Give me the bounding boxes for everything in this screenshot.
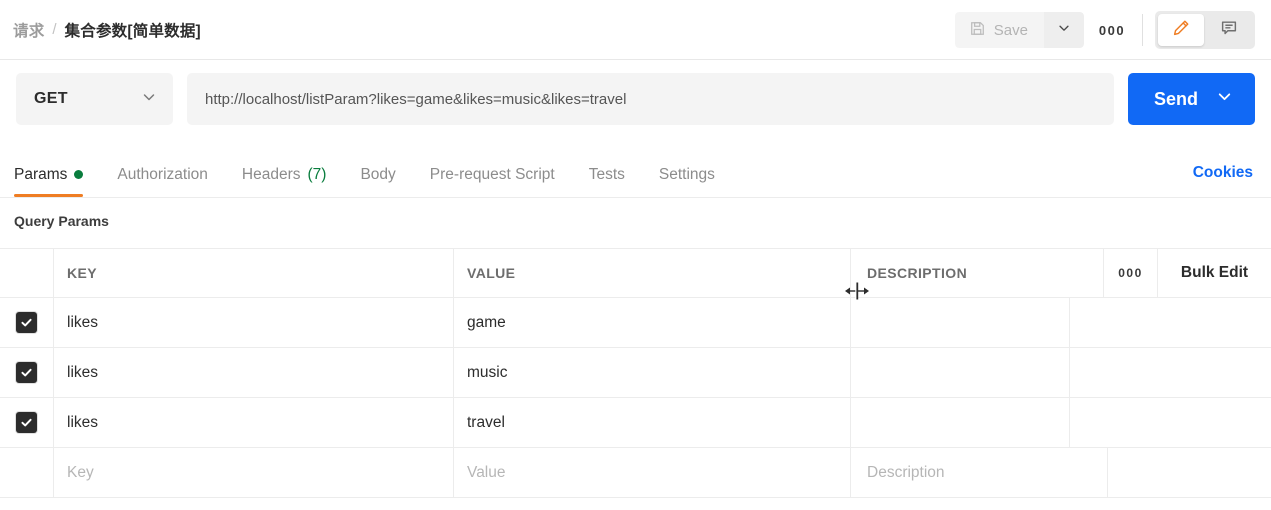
floppy-disk-icon bbox=[969, 20, 986, 41]
comment-mode-button[interactable] bbox=[1206, 14, 1252, 46]
tab-tests-label: Tests bbox=[588, 165, 625, 183]
chevron-down-icon bbox=[1216, 88, 1233, 110]
edit-mode-button[interactable] bbox=[1158, 14, 1204, 46]
row-tail-cell bbox=[1070, 298, 1271, 347]
row-value[interactable]: music bbox=[467, 364, 507, 382]
request-url-bar: GET http://localhost/listParam?likes=gam… bbox=[0, 61, 1271, 137]
row-tail-cell bbox=[1108, 448, 1271, 497]
row-description[interactable] bbox=[851, 298, 1070, 347]
view-toggle-group bbox=[1155, 11, 1255, 49]
breadcrumb: 请求 / 集合参数[简单数据] bbox=[0, 19, 201, 41]
request-tabs: Params Authorization Headers (7) Body Pr… bbox=[0, 152, 1271, 198]
table-more-button[interactable]: 000 bbox=[1104, 249, 1158, 297]
new-description-input[interactable]: Description bbox=[867, 464, 945, 482]
row-value[interactable]: travel bbox=[467, 414, 505, 432]
send-button-group: Send bbox=[1127, 73, 1255, 125]
table-row: likes travel bbox=[0, 398, 1271, 448]
table-header-row: KEY VALUE DESCRIPTION 000 Bulk Edit bbox=[0, 249, 1271, 298]
new-key-input[interactable]: Key bbox=[67, 464, 94, 482]
save-dropdown-button[interactable] bbox=[1044, 12, 1084, 48]
bulk-edit-button[interactable]: Bulk Edit bbox=[1158, 249, 1271, 297]
tab-headers[interactable]: Headers (7) bbox=[225, 152, 344, 197]
tab-body-label: Body bbox=[360, 165, 396, 183]
tab-headers-count: (7) bbox=[307, 165, 327, 183]
breadcrumb-separator: / bbox=[52, 21, 57, 38]
header-checkbox-cell bbox=[0, 249, 54, 297]
chevron-down-icon bbox=[1057, 21, 1071, 40]
save-button-group: Save bbox=[954, 12, 1084, 48]
request-url-input[interactable]: http://localhost/listParam?likes=game&li… bbox=[187, 73, 1114, 125]
breadcrumb-root[interactable]: 请求 bbox=[13, 19, 44, 41]
column-header-description: DESCRIPTION bbox=[867, 265, 968, 281]
tab-params-label: Params bbox=[14, 165, 68, 183]
tab-body[interactable]: Body bbox=[343, 152, 412, 197]
postman-request-pane: 请求 / 集合参数[简单数据] Save 000 GET http://loca… bbox=[0, 0, 1271, 510]
send-button[interactable]: Send bbox=[1127, 73, 1255, 125]
tab-authorization-label: Authorization bbox=[117, 165, 208, 183]
http-method-select[interactable]: GET bbox=[16, 73, 173, 125]
table-placeholder-row: Key Value Description bbox=[0, 448, 1271, 498]
cookies-link[interactable]: Cookies bbox=[1193, 164, 1253, 182]
tab-settings[interactable]: Settings bbox=[642, 152, 732, 197]
new-value-input[interactable]: Value bbox=[467, 464, 506, 482]
chevron-down-icon bbox=[141, 89, 157, 110]
send-label: Send bbox=[1153, 88, 1198, 109]
table-row: likes music bbox=[0, 348, 1271, 398]
http-method-label: GET bbox=[34, 90, 68, 107]
row-checkbox-cell[interactable] bbox=[0, 348, 54, 397]
column-header-key: KEY bbox=[67, 265, 97, 281]
row-tail-cell bbox=[1070, 398, 1271, 447]
row-description[interactable] bbox=[851, 348, 1070, 397]
comment-icon bbox=[1219, 18, 1239, 43]
row-key[interactable]: likes bbox=[67, 414, 98, 432]
column-header-value: VALUE bbox=[467, 265, 516, 281]
row-checkbox-cell[interactable] bbox=[0, 298, 54, 347]
row-tail-cell bbox=[1070, 348, 1271, 397]
query-params-table: KEY VALUE DESCRIPTION 000 Bulk Edit like… bbox=[0, 248, 1271, 498]
tab-pre-request-script[interactable]: Pre-request Script bbox=[413, 152, 572, 197]
row-checkbox-cell[interactable] bbox=[0, 398, 54, 447]
row-description[interactable] bbox=[851, 398, 1070, 447]
row-checkbox-cell[interactable] bbox=[0, 448, 54, 497]
checkbox-checked-icon[interactable] bbox=[16, 412, 37, 433]
header-actions: Save 000 bbox=[954, 0, 1271, 60]
breadcrumb-current[interactable]: 集合参数[简单数据] bbox=[65, 19, 201, 41]
header-more-button[interactable]: 000 bbox=[1090, 12, 1134, 48]
query-params-title: Query Params bbox=[14, 213, 109, 229]
table-row: likes game bbox=[0, 298, 1271, 348]
checkbox-checked-icon[interactable] bbox=[16, 362, 37, 383]
tab-settings-label: Settings bbox=[658, 165, 715, 183]
pencil-icon bbox=[1171, 18, 1191, 43]
row-value[interactable]: game bbox=[467, 314, 506, 332]
save-button[interactable]: Save bbox=[954, 12, 1044, 48]
params-modified-dot-icon bbox=[74, 170, 84, 179]
header-divider bbox=[1142, 14, 1143, 46]
row-key[interactable]: likes bbox=[67, 364, 98, 382]
app-header: 请求 / 集合参数[简单数据] Save 000 bbox=[0, 0, 1271, 60]
tab-params[interactable]: Params bbox=[14, 152, 100, 197]
checkbox-checked-icon[interactable] bbox=[16, 312, 37, 333]
tab-pre-request-script-label: Pre-request Script bbox=[429, 165, 555, 183]
row-key[interactable]: likes bbox=[67, 314, 98, 332]
save-label: Save bbox=[993, 21, 1028, 39]
tab-tests[interactable]: Tests bbox=[572, 152, 642, 197]
tab-authorization[interactable]: Authorization bbox=[100, 152, 224, 197]
tab-headers-label: Headers bbox=[241, 165, 301, 183]
